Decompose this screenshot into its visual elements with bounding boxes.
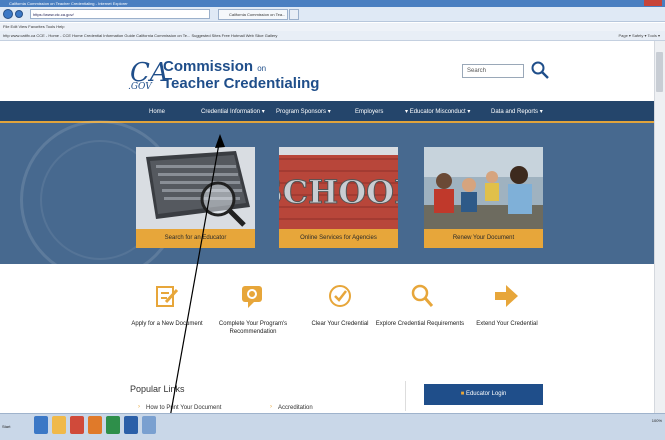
annotation-arrow: [165, 134, 225, 440]
media-taskbar-icon[interactable]: [70, 416, 84, 434]
excel-taskbar-icon[interactable]: [106, 416, 120, 434]
app2-taskbar-icon[interactable]: [142, 416, 156, 434]
ie-taskbar-icon[interactable]: [34, 416, 48, 434]
app-taskbar-icon[interactable]: [88, 416, 102, 434]
system-tray[interactable]: 100%: [652, 418, 662, 423]
folder-taskbar-icon[interactable]: [52, 416, 66, 434]
word-taskbar-icon[interactable]: [124, 416, 138, 434]
start-button[interactable]: Start: [2, 418, 22, 436]
